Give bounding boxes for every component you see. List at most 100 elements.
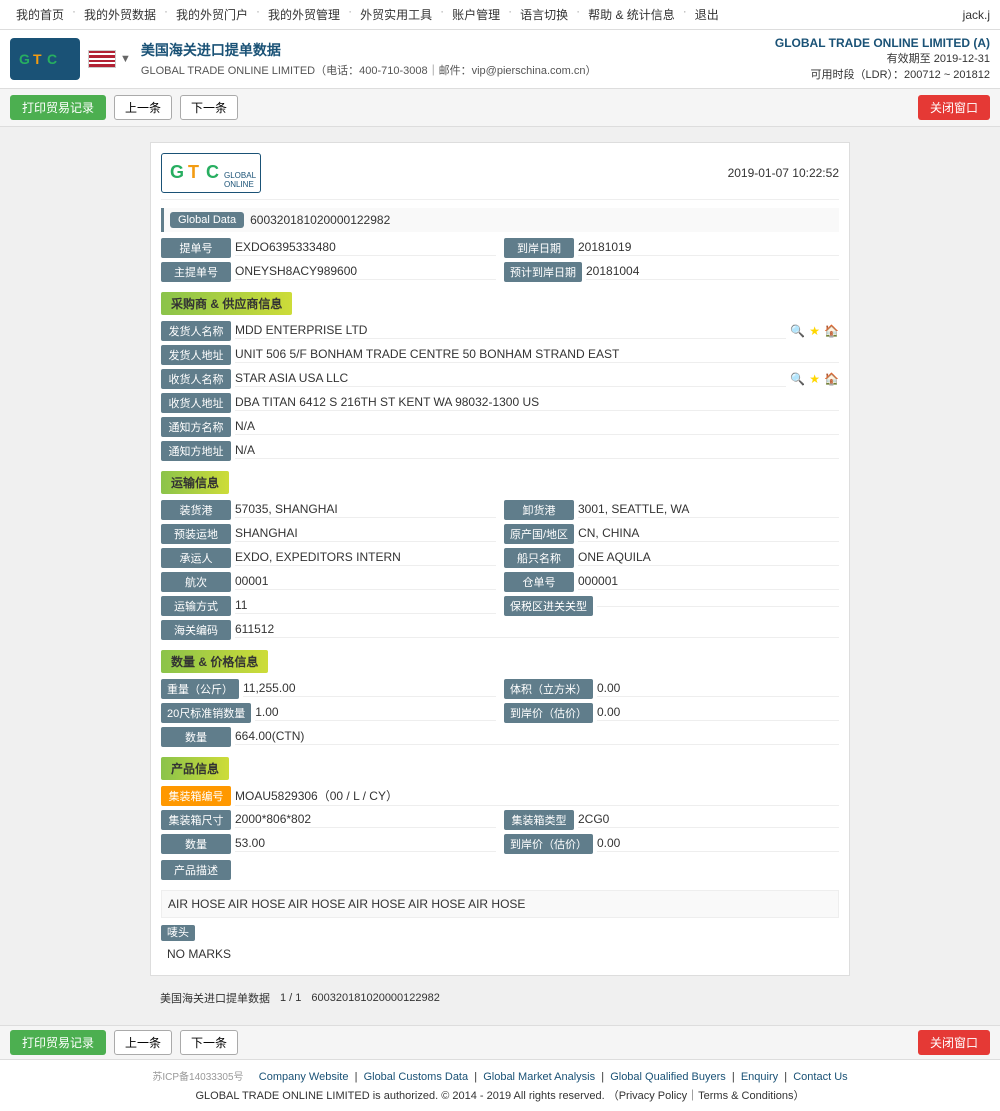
shipper-star-icon[interactable]: ★ bbox=[809, 324, 820, 338]
gtc-account-name: GLOBAL TRADE ONLINE LIMITED (A) bbox=[775, 36, 990, 50]
consignee-name-value: STAR ASIA USA LLC bbox=[235, 371, 786, 387]
shipper-search-icon[interactable]: 🔍 bbox=[790, 324, 805, 338]
container-type-value: 2CG0 bbox=[578, 812, 839, 828]
page-footer: 苏ICP备14033305号 Company Website | Global … bbox=[0, 1059, 1000, 1111]
product-desc-label: 产品描述 bbox=[161, 860, 231, 880]
product-section-header: 产品信息 bbox=[161, 757, 839, 780]
container-type-label: 集装箱类型 bbox=[504, 810, 574, 830]
company-line: GLOBAL TRADE ONLINE LIMITED（电话：400-710-3… bbox=[141, 62, 597, 78]
nav-trade-portal[interactable]: 我的外贸门户 bbox=[170, 4, 254, 25]
bill-no-label: 提单号 bbox=[161, 238, 231, 258]
master-bill-row: 主提单号 ONEYSH8ACY989600 bbox=[161, 262, 496, 282]
print-button-bottom[interactable]: 打印贸易记录 bbox=[10, 1030, 106, 1055]
vessel-row: 船只名称 ONE AQUILA bbox=[504, 548, 839, 568]
consignee-name-row: 收货人名称 STAR ASIA USA LLC 🔍 ★ 🏠 bbox=[161, 369, 839, 389]
footer-link-1[interactable]: Company Website bbox=[259, 1071, 349, 1083]
shipper-name-value: MDD ENTERPRISE LTD bbox=[235, 323, 786, 339]
svg-text:G: G bbox=[170, 162, 184, 182]
volume-value: 0.00 bbox=[597, 681, 839, 697]
next-button-bottom[interactable]: 下一条 bbox=[180, 1030, 238, 1055]
quantity-section-header: 数量 & 价格信息 bbox=[161, 650, 839, 673]
global-data-label: Global Data bbox=[170, 212, 244, 228]
weight-row: 重量（公斤） 11,255.00 bbox=[161, 679, 496, 699]
prev-button-top[interactable]: 上一条 bbox=[114, 95, 172, 120]
global-data-row: Global Data 600320181020000122982 bbox=[161, 208, 839, 232]
manifest-row: 仓单号 000001 bbox=[504, 572, 839, 592]
container20-row: 20尺标准销数量 1.00 bbox=[161, 703, 496, 723]
record-card: G T C GLOBAL TRADE ONLINE LIMITED 2019-0… bbox=[150, 142, 850, 976]
container-no-row: 集装箱编号 MOAU5829306（00 / L / CY） bbox=[161, 786, 839, 806]
planned-arrival-row: 预计到岸日期 20181004 bbox=[504, 262, 839, 282]
shipper-addr-row: 发货人地址 UNIT 506 5/F BONHAM TRADE CENTRE 5… bbox=[161, 345, 839, 365]
transport-mode-value: 11 bbox=[235, 598, 496, 614]
customs-code-label: 海关编码 bbox=[161, 620, 231, 640]
customs-zone-row: 保税区进关关型 bbox=[504, 596, 839, 616]
nav-trade-mgmt[interactable]: 我的外贸管理 bbox=[262, 4, 346, 25]
close-button-bottom[interactable]: 关闭窗口 bbox=[918, 1030, 990, 1055]
vessel-value: ONE AQUILA bbox=[578, 550, 839, 566]
weight-label: 重量（公斤） bbox=[161, 679, 239, 699]
nav-trade-data[interactable]: 我的外贸数据 bbox=[78, 4, 162, 25]
product-qty-row: 数量 53.00 bbox=[161, 834, 496, 854]
prev-button-bottom[interactable]: 上一条 bbox=[114, 1030, 172, 1055]
loading-place-label: 预装运地 bbox=[161, 524, 231, 544]
bottom-page-info: 1 / 1 bbox=[280, 992, 301, 1004]
ldr-info: 可用时段（LDR）：200712 ~ 201812 bbox=[775, 66, 990, 82]
consignee-search-icon[interactable]: 🔍 bbox=[790, 372, 805, 386]
bill-no-row: 提单号 EXDO6395333480 bbox=[161, 238, 496, 258]
vessel-label: 船只名称 bbox=[504, 548, 574, 568]
footer-link-6[interactable]: Contact Us bbox=[793, 1071, 847, 1083]
nav-account[interactable]: 账户管理 bbox=[446, 4, 506, 25]
bottom-page-title: 美国海关进口提单数据 bbox=[160, 990, 270, 1006]
footer-link-5[interactable]: Enquiry bbox=[741, 1071, 778, 1083]
record-logo-area: G T C GLOBAL TRADE ONLINE LIMITED bbox=[161, 153, 261, 193]
customs-code-value: 611512 bbox=[235, 622, 839, 638]
record-logo: G T C GLOBAL TRADE ONLINE LIMITED bbox=[161, 153, 261, 193]
nav-tools[interactable]: 外贸实用工具 bbox=[354, 4, 438, 25]
supplier-section-header: 采购商 & 供应商信息 bbox=[161, 292, 839, 315]
shipper-name-label: 发货人名称 bbox=[161, 321, 231, 341]
page-title: 美国海关进口提单数据 bbox=[141, 40, 597, 60]
next-button-top[interactable]: 下一条 bbox=[180, 95, 238, 120]
close-button-top[interactable]: 关闭窗口 bbox=[918, 95, 990, 120]
voyage-row: 航次 00001 bbox=[161, 572, 496, 592]
consignee-home-icon[interactable]: 🏠 bbox=[824, 372, 839, 386]
consignee-star-icon[interactable]: ★ bbox=[809, 372, 820, 386]
product-desc-section: 产品描述 AIR HOSE AIR HOSE AIR HOSE AIR HOSE… bbox=[161, 860, 839, 918]
arrival-date-row: 到岸日期 20181019 bbox=[504, 238, 839, 258]
svg-text:GLOBAL TRADE: GLOBAL TRADE bbox=[224, 171, 256, 180]
print-button-top[interactable]: 打印贸易记录 bbox=[10, 95, 106, 120]
transport-section-title: 运输信息 bbox=[161, 471, 229, 494]
shipper-icons: 🔍 ★ 🏠 bbox=[790, 324, 839, 338]
shipper-home-icon[interactable]: 🏠 bbox=[824, 324, 839, 338]
qty-label: 数量 bbox=[161, 727, 231, 747]
voyage-label: 航次 bbox=[161, 572, 231, 592]
nav-help[interactable]: 帮助 & 统计信息 bbox=[582, 4, 681, 25]
svg-text:ONLINE LIMITED: ONLINE LIMITED bbox=[224, 180, 256, 189]
svg-text:G: G bbox=[19, 51, 30, 67]
manifest-label: 仓单号 bbox=[504, 572, 574, 592]
notify-addr-row: 通知方地址 N/A bbox=[161, 441, 839, 461]
nav-home[interactable]: 我的首页 bbox=[10, 4, 70, 25]
svg-text:C: C bbox=[206, 162, 219, 182]
product-price-label: 到岸价（估价） bbox=[504, 834, 593, 854]
product-qty-value: 53.00 bbox=[235, 836, 496, 852]
svg-text:T: T bbox=[188, 162, 199, 182]
nav-logout[interactable]: 退出 bbox=[689, 4, 725, 25]
departure-port-label: 装货港 bbox=[161, 500, 231, 520]
departure-port-value: 57035, SHANGHAI bbox=[235, 502, 496, 518]
footer-link-4[interactable]: Global Qualified Buyers bbox=[610, 1071, 726, 1083]
footer-link-3[interactable]: Global Market Analysis bbox=[483, 1071, 595, 1083]
footer-link-2[interactable]: Global Customs Data bbox=[364, 1071, 469, 1083]
supplier-section-title: 采购商 & 供应商信息 bbox=[161, 292, 292, 315]
marks-label-row: 唛头 bbox=[161, 924, 839, 940]
arrival-date-label: 到岸日期 bbox=[504, 238, 574, 258]
arrival-price-row: 到岸价（估价） 0.00 bbox=[504, 703, 839, 723]
svg-text:C: C bbox=[47, 51, 57, 67]
volume-label: 体积（立方米） bbox=[504, 679, 593, 699]
bottom-record-id: 600320181020000122982 bbox=[311, 992, 439, 1004]
nav-language[interactable]: 语言切换 bbox=[514, 4, 574, 25]
notify-name-label: 通知方名称 bbox=[161, 417, 231, 437]
arrival-port-value: 3001, SEATTLE, WA bbox=[578, 502, 839, 518]
container20-value: 1.00 bbox=[255, 705, 496, 721]
